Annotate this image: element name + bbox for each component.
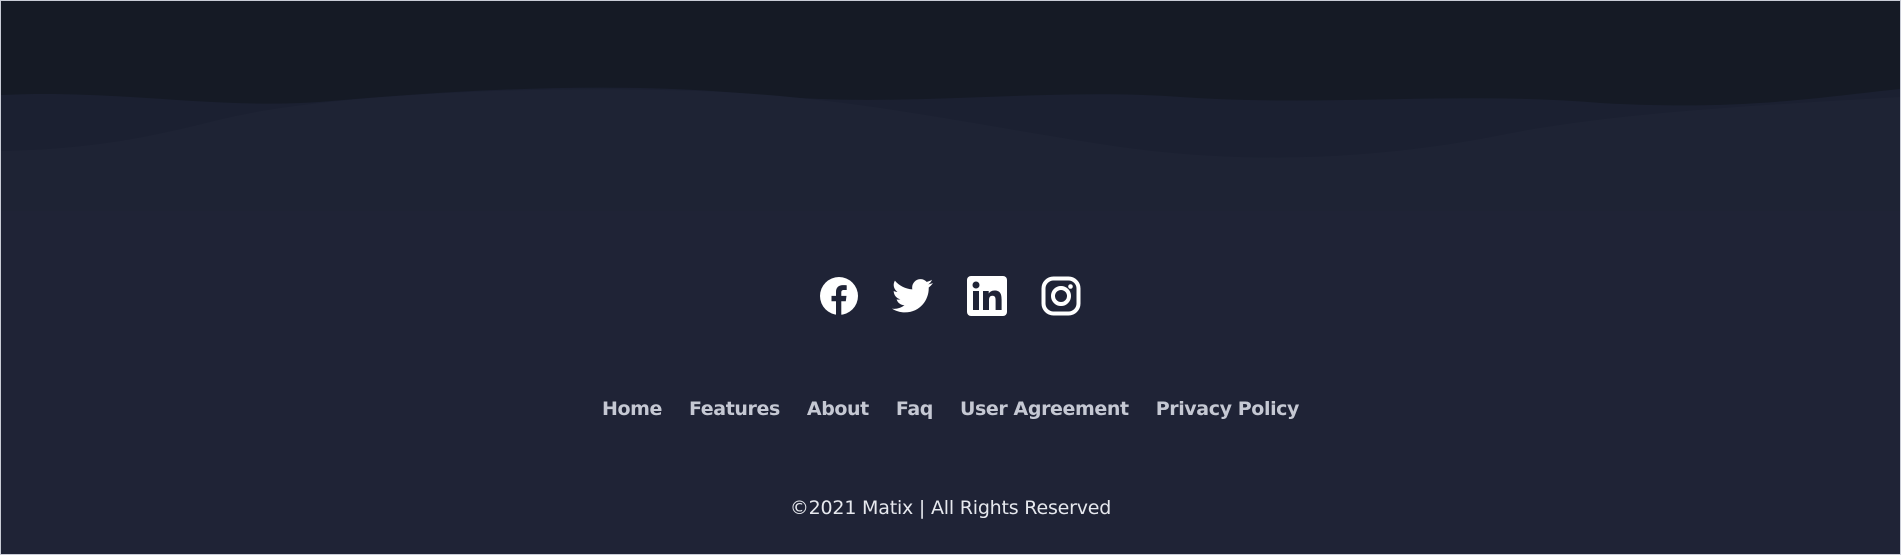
twitter-icon xyxy=(892,278,933,312)
social-links xyxy=(1,275,1899,316)
nav-home-link[interactable]: Home xyxy=(602,398,662,420)
copyright-text: ©2021 Matix | All Rights Reserved xyxy=(789,497,1112,519)
instagram-icon xyxy=(1041,276,1080,315)
nav-faq-link[interactable]: Faq xyxy=(896,398,933,420)
nav-about-link[interactable]: About xyxy=(807,398,869,420)
decorative-waves xyxy=(1,87,1900,211)
facebook-icon xyxy=(819,276,858,315)
facebook-link[interactable] xyxy=(818,275,859,316)
nav-privacy-policy-link[interactable]: Privacy Policy xyxy=(1156,398,1300,420)
site-footer: Home Features About Faq User Agreement P… xyxy=(0,0,1901,555)
footer-nav: Home Features About Faq User Agreement P… xyxy=(1,398,1900,420)
twitter-link[interactable] xyxy=(892,275,933,316)
instagram-link[interactable] xyxy=(1040,275,1081,316)
linkedin-icon xyxy=(966,275,1007,316)
linkedin-link[interactable] xyxy=(966,275,1007,316)
nav-user-agreement-link[interactable]: User Agreement xyxy=(960,398,1129,420)
nav-features-link[interactable]: Features xyxy=(689,398,780,420)
